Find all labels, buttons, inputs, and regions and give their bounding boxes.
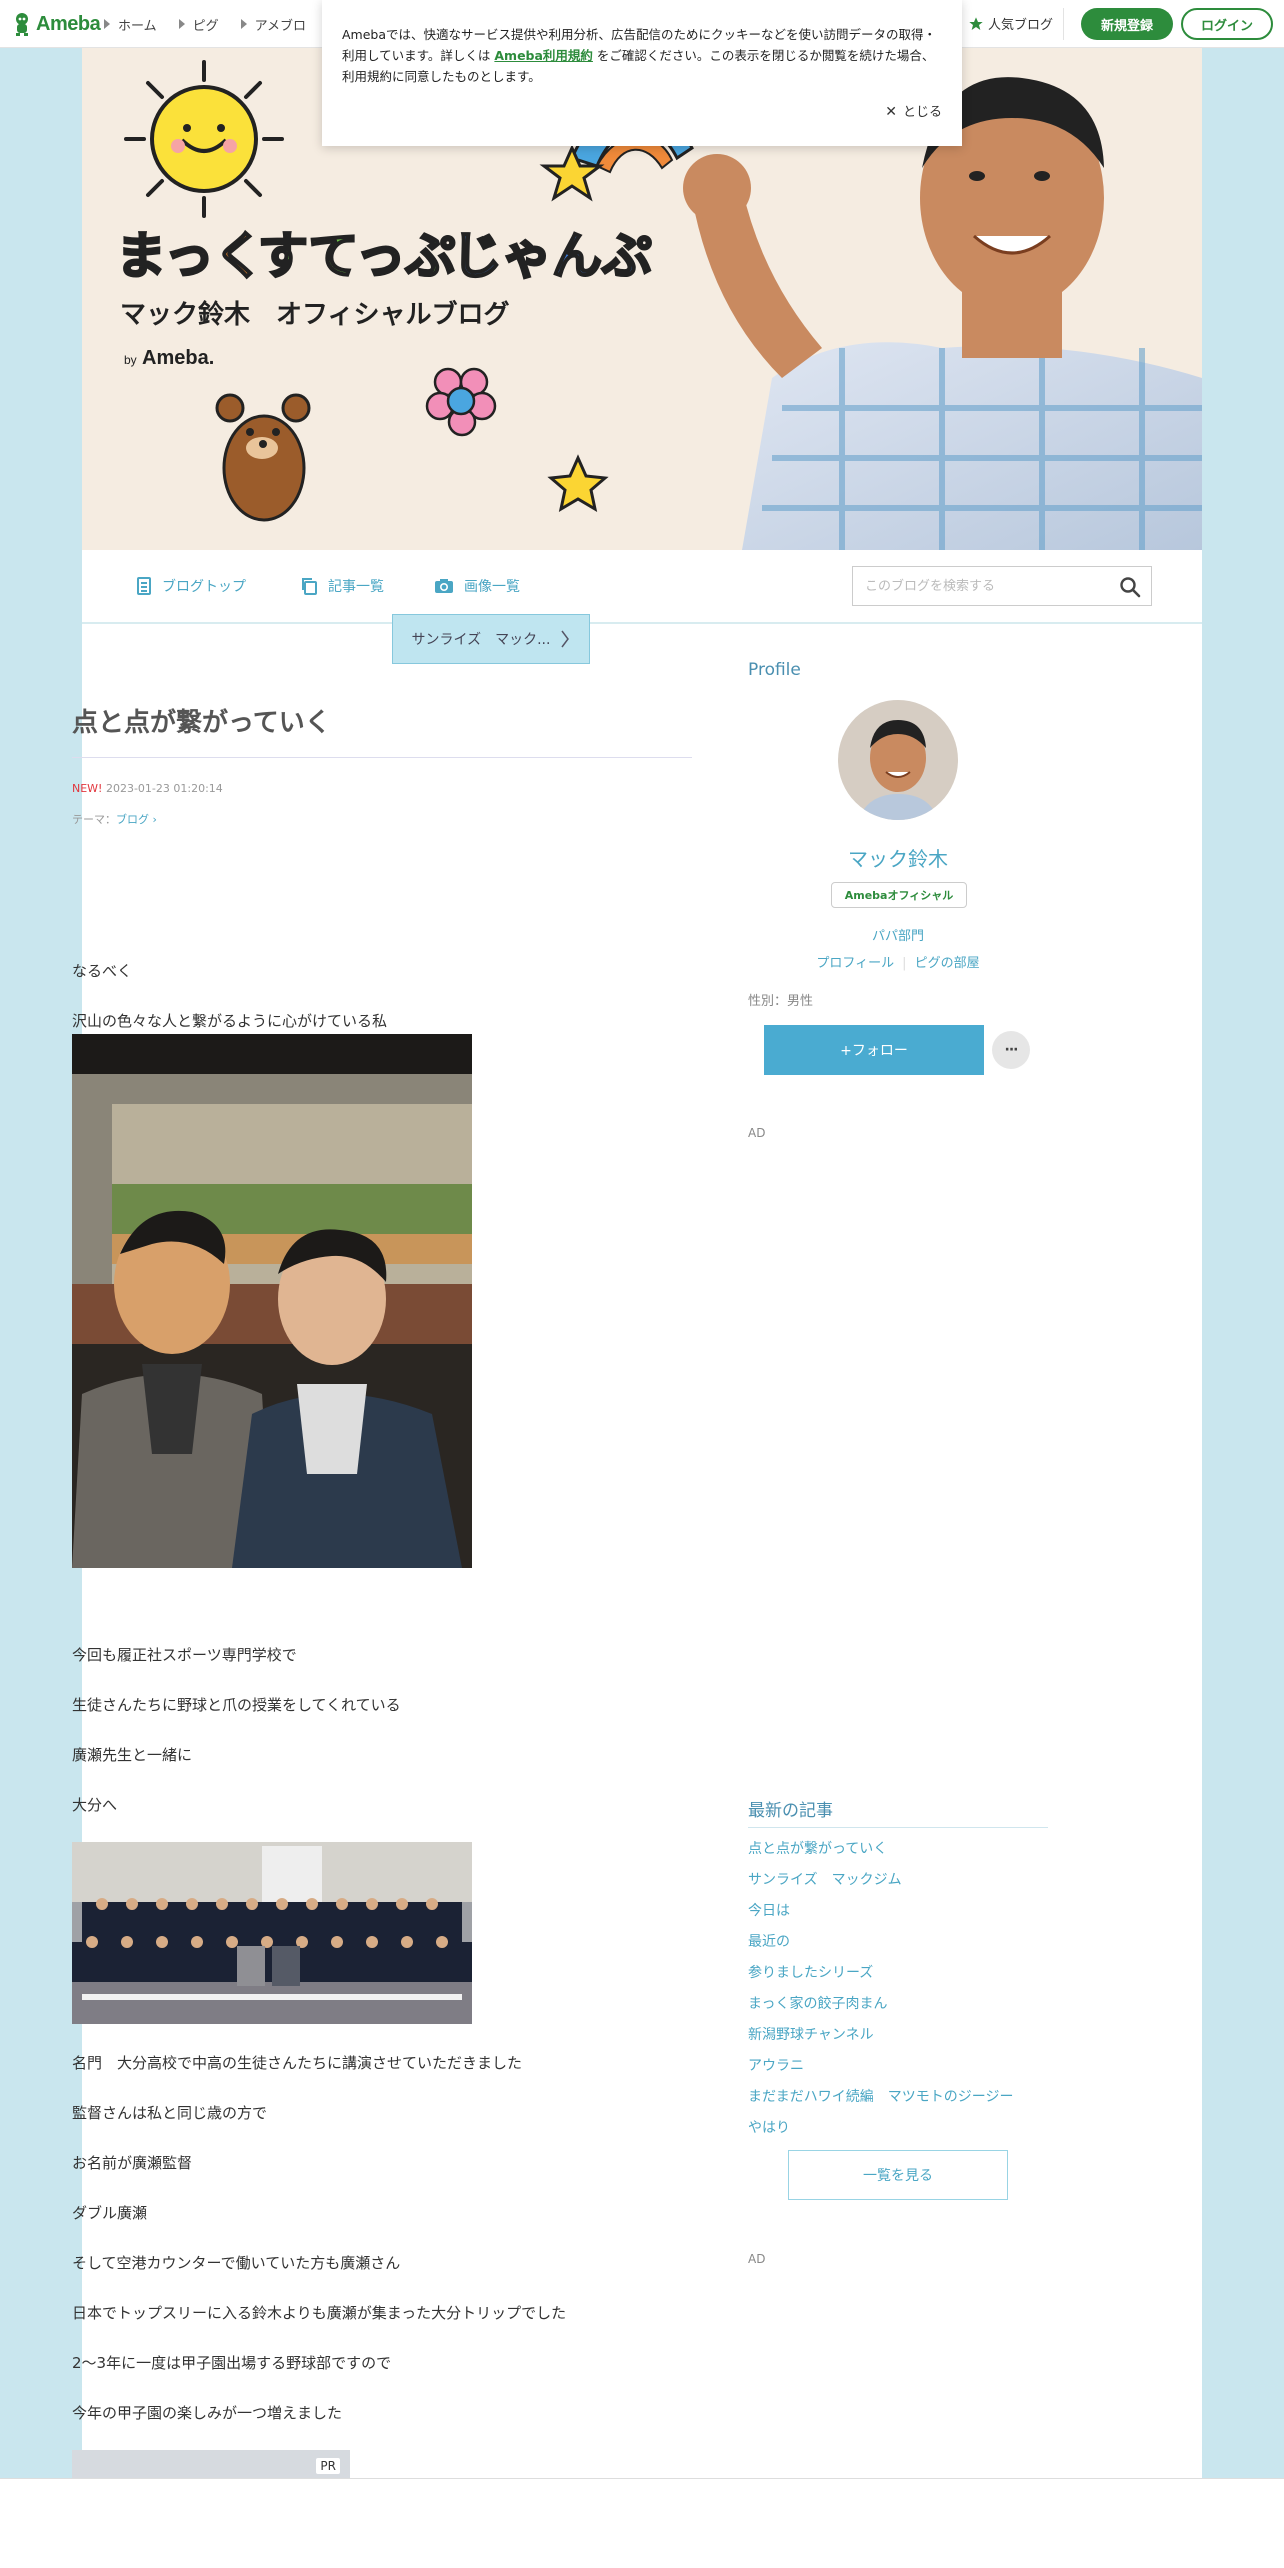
sun-icon bbox=[124, 60, 284, 218]
article-paragraph: 大分へ bbox=[72, 1796, 118, 1814]
chevron-right-icon bbox=[561, 630, 570, 648]
flower-icon bbox=[425, 367, 497, 437]
article-photo-two-men[interactable] bbox=[72, 1034, 472, 1568]
profile-category[interactable]: パパ部門 bbox=[748, 925, 1048, 944]
article-theme: テーマ：ブログ › bbox=[72, 813, 157, 826]
ameba-logo[interactable]: Ameba bbox=[12, 11, 101, 37]
profile-gender: 性別：男性 bbox=[748, 994, 814, 1009]
nav-image-list[interactable]: 画像一覧 bbox=[434, 576, 520, 596]
logo-text: Ameba bbox=[36, 12, 101, 35]
bear-icon bbox=[215, 393, 311, 522]
svg-text:まっく: まっく bbox=[116, 227, 264, 285]
more-options-button[interactable]: ··· bbox=[992, 1031, 1030, 1069]
pr-ad-box[interactable]: PR bbox=[72, 2450, 350, 2480]
article-paragraph: 生徒さんたちに野球と爪の授業をしてくれている bbox=[72, 1696, 401, 1714]
article-paragraph: なるべく bbox=[72, 962, 133, 980]
svg-text:すてっぷ: すてっぷ bbox=[258, 227, 456, 285]
ad-label: AD bbox=[748, 1126, 766, 1140]
popular-blogs-link[interactable]: 人気ブログ bbox=[968, 14, 1053, 33]
article-paragraph: 名門 大分高校で中高の生徒さんたちに講演させていただきました bbox=[72, 2054, 523, 2072]
article-paragraph: そして空港カウンターで働いていた方も廣瀬さん bbox=[72, 2254, 401, 2272]
cookie-close-button[interactable]: ✕ とじる bbox=[885, 102, 942, 123]
ad-label: AD bbox=[748, 2252, 766, 2266]
recent-entry-link[interactable]: 新潟野球チャンネル bbox=[748, 2024, 1048, 2055]
divider bbox=[1063, 8, 1064, 40]
document-icon bbox=[137, 577, 151, 595]
blog-nav: ブログトップ 記事一覧 画像一覧 bbox=[82, 550, 1202, 624]
new-badge: NEW! bbox=[72, 782, 103, 795]
top-nav: ホーム ピグ アメブロ bbox=[104, 0, 306, 48]
caret-right-icon bbox=[178, 19, 185, 29]
svg-text:Ameba.: Ameba. bbox=[142, 347, 214, 369]
recent-entries-heading: 最新の記事 bbox=[748, 1796, 1048, 1828]
nav-home[interactable]: ホーム bbox=[104, 15, 157, 34]
recent-entry-link[interactable]: サンライズ マックジム bbox=[748, 1869, 1048, 1900]
copy-icon bbox=[302, 578, 317, 595]
svg-text:じゃんぷ: じゃんぷ bbox=[452, 227, 652, 285]
theme-link[interactable]: ブログ bbox=[116, 813, 149, 826]
nav-ameblo[interactable]: アメブロ bbox=[240, 15, 306, 34]
view-all-button[interactable]: 一覧を見る bbox=[788, 2150, 1008, 2200]
article-paragraph: 今回も履正社スポーツ専門学校で bbox=[72, 1646, 297, 1664]
recent-entry-link[interactable]: やはり bbox=[748, 2117, 1048, 2148]
caret-right-icon bbox=[104, 19, 110, 29]
article-paragraph: 日本でトップスリーに入る鈴木よりも廣瀬が集まった大分トリップでした bbox=[72, 2304, 567, 2322]
profile-link[interactable]: プロフィール bbox=[816, 956, 894, 971]
terms-link[interactable]: Ameba利用規約 bbox=[494, 48, 593, 63]
star-icon bbox=[547, 454, 609, 513]
article-title: 点と点が繋がっていく bbox=[72, 702, 692, 758]
chevron-right-icon: › bbox=[149, 813, 157, 826]
search-icon[interactable] bbox=[1119, 576, 1141, 598]
recent-entry-link[interactable]: 今日は bbox=[748, 1900, 1048, 1931]
article-paragraph: お名前が廣瀬監督 bbox=[72, 2154, 193, 2172]
recent-entry-link[interactable]: 点と点が繋がっていく bbox=[748, 1838, 1048, 1869]
nav-pigg[interactable]: ピグ bbox=[178, 15, 219, 34]
login-button[interactable]: ログイン bbox=[1181, 8, 1273, 40]
article-photo-group[interactable] bbox=[72, 1842, 472, 2024]
nav-entry-list[interactable]: 記事一覧 bbox=[300, 576, 384, 596]
profile-links: プロフィール | ピグの部屋 bbox=[748, 952, 1048, 971]
article-paragraph: ダブル廣瀬 bbox=[72, 2204, 148, 2222]
nav-blog-top[interactable]: ブログトップ bbox=[136, 576, 246, 596]
recent-entry-link[interactable]: まっく家の餃子肉まん bbox=[748, 1993, 1048, 2024]
official-badge: Amebaオフィシャル bbox=[831, 882, 967, 908]
divider: | bbox=[902, 956, 907, 971]
pr-label: PR bbox=[316, 2458, 340, 2474]
photo-image bbox=[72, 1842, 472, 2024]
article-paragraph: 2〜3年に一度は甲子園出場する野球部ですので bbox=[72, 2354, 392, 2372]
article-datetime: 2023-01-23 01:20:14 bbox=[105, 782, 223, 795]
ameba-mascot-icon bbox=[16, 13, 28, 36]
blog-search bbox=[852, 566, 1152, 606]
search-input[interactable] bbox=[853, 567, 1093, 605]
close-icon: ✕ bbox=[885, 104, 897, 120]
recent-entries-list: 点と点が繋がっていく サンライズ マックジム 今日は 最近の 参りましたシリーズ… bbox=[748, 1838, 1048, 2148]
star-icon bbox=[969, 16, 983, 30]
svg-text:マック鈴木 オフィシャルブログ: マック鈴木 オフィシャルブログ bbox=[120, 299, 509, 330]
avatar[interactable] bbox=[838, 700, 958, 820]
cookie-notice: Amebaでは、快適なサービス提供や利用分析、広告配信のためにクッキーなどを使い… bbox=[322, 0, 962, 146]
series-nav-button[interactable]: サンライズ マック... bbox=[392, 614, 590, 664]
article-paragraph: 廣瀬先生と一緒に bbox=[72, 1746, 193, 1764]
pigg-room-link[interactable]: ピグの部屋 bbox=[915, 956, 980, 971]
recent-entry-link[interactable]: アウラニ bbox=[748, 2055, 1048, 2086]
profile-heading: Profile bbox=[748, 660, 801, 680]
recent-entry-link[interactable]: まだまだハワイ続編 マツモトのジージー bbox=[748, 2086, 1048, 2117]
recent-entry-link[interactable]: 参りましたシリーズ bbox=[748, 1962, 1048, 1993]
svg-text:by: by bbox=[124, 353, 137, 367]
article-paragraph: 沢山の色々な人と繋がるように心がけている私 bbox=[72, 1012, 388, 1030]
article-meta: NEW! 2023-01-23 01:20:14 bbox=[72, 782, 223, 795]
man-photo bbox=[683, 77, 1202, 550]
camera-icon bbox=[435, 579, 453, 593]
photo-image bbox=[72, 1034, 472, 1568]
bottom-bar bbox=[0, 2478, 1284, 2568]
caret-right-icon bbox=[240, 19, 247, 29]
profile-name[interactable]: マック鈴木 bbox=[748, 843, 1048, 872]
follow-button[interactable]: +フォロー bbox=[764, 1025, 984, 1075]
recent-entry-link[interactable]: 最近の bbox=[748, 1931, 1048, 1962]
article-paragraph: 監督さんは私と同じ歳の方で bbox=[72, 2104, 268, 2122]
article-paragraph: 今年の甲子園の楽しみが一つ増えました bbox=[72, 2404, 343, 2422]
avatar-image bbox=[838, 700, 958, 820]
register-button[interactable]: 新規登録 bbox=[1081, 8, 1173, 40]
